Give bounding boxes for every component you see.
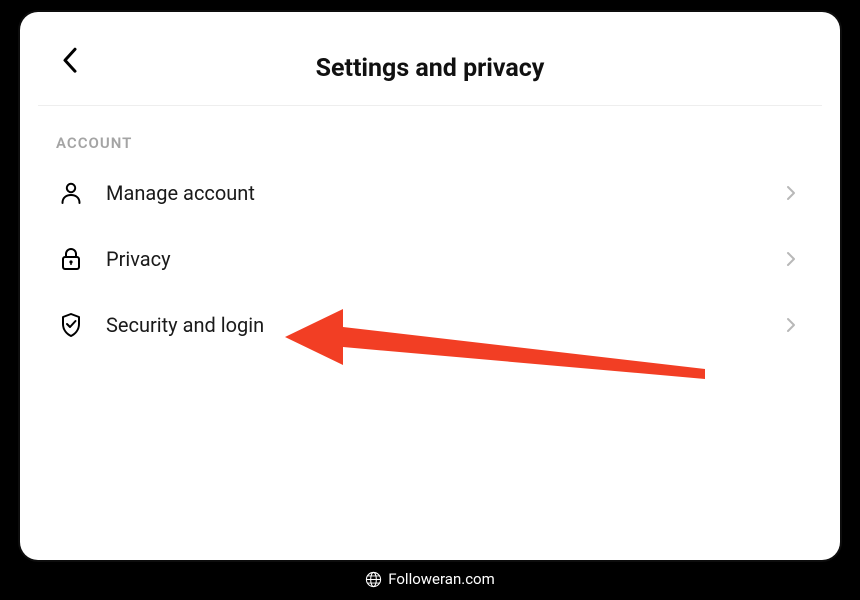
device-frame: Settings and privacy ACCOUNT Manage acco… xyxy=(20,12,840,560)
chevron-left-icon xyxy=(62,47,78,73)
list-item-manage-account[interactable]: Manage account xyxy=(42,160,818,226)
chevron-right-icon xyxy=(786,185,802,201)
list-item-label: Privacy xyxy=(106,247,786,271)
page-title: Settings and privacy xyxy=(38,54,822,83)
list-item-security[interactable]: Security and login xyxy=(42,292,818,358)
page-header: Settings and privacy xyxy=(38,20,822,106)
back-button[interactable] xyxy=(56,46,84,74)
list-item-privacy[interactable]: Privacy xyxy=(42,226,818,292)
settings-list: Manage account Privacy xyxy=(38,160,822,358)
shield-check-icon xyxy=(58,312,84,338)
section-label-account: ACCOUNT xyxy=(38,106,822,160)
person-icon xyxy=(58,180,84,206)
list-item-label: Manage account xyxy=(106,181,786,205)
list-item-label: Security and login xyxy=(106,313,786,337)
chevron-right-icon xyxy=(786,251,802,267)
watermark-text: Followeran.com xyxy=(388,570,495,588)
lock-icon xyxy=(58,246,84,272)
globe-icon xyxy=(365,571,382,588)
watermark: Followeran.com xyxy=(365,570,495,588)
chevron-right-icon xyxy=(786,317,802,333)
